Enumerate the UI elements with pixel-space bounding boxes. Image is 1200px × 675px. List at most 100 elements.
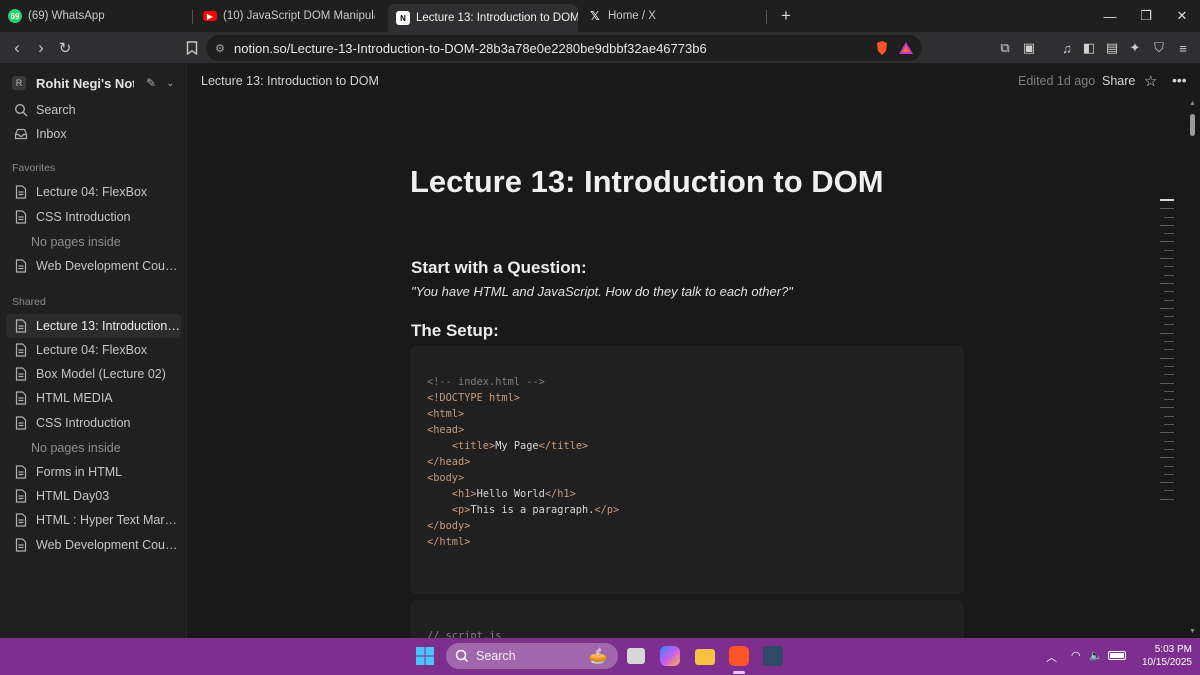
toc-line[interactable] bbox=[1164, 365, 1174, 367]
toc-line[interactable] bbox=[1164, 274, 1174, 276]
sidebar-item-shared[interactable]: Box Model (Lecture 02) bbox=[6, 362, 181, 386]
copilot-icon[interactable] bbox=[660, 646, 680, 666]
toc-line[interactable] bbox=[1160, 241, 1174, 243]
sidebar-search[interactable]: Search bbox=[6, 98, 181, 122]
toc-line[interactable] bbox=[1164, 349, 1174, 351]
sidebar-item-shared[interactable]: HTML : Hyper Text Marku... bbox=[6, 508, 181, 532]
brave-browser-icon[interactable] bbox=[729, 646, 749, 666]
sidebar-item-shared[interactable]: Forms in HTML bbox=[6, 460, 181, 484]
close-window-button[interactable]: ✕ bbox=[1162, 0, 1200, 32]
taskbar-search[interactable]: Search 🥧 bbox=[446, 643, 618, 669]
toc-line[interactable] bbox=[1160, 432, 1174, 434]
code-block-html[interactable]: <!-- index.html --> <!DOCTYPE html> <html>… bbox=[410, 346, 964, 594]
windows-start-icon[interactable] bbox=[415, 646, 435, 666]
sidebar-item-shared[interactable]: HTML MEDIA bbox=[6, 386, 181, 410]
extensions-icon[interactable]: ⧉ bbox=[997, 40, 1013, 56]
toc-line[interactable] bbox=[1164, 448, 1174, 450]
minimize-button[interactable]: — bbox=[1090, 0, 1130, 32]
toc-line[interactable] bbox=[1160, 282, 1174, 284]
vpn-icon[interactable]: ⛉ bbox=[1151, 40, 1167, 56]
tab-whatsapp[interactable]: 69 (69) WhatsApp bbox=[8, 4, 188, 28]
breadcrumb[interactable]: Lecture 13: Introduction to DOM bbox=[201, 74, 379, 88]
system-clock[interactable]: 5:03 PM 10/15/2025 bbox=[1136, 643, 1192, 669]
scroll-down-arrow-icon[interactable]: ▼ bbox=[1188, 628, 1197, 635]
toc-line[interactable] bbox=[1160, 332, 1174, 334]
volume-icon[interactable]: 🔈 bbox=[1089, 649, 1103, 662]
toc-line[interactable] bbox=[1164, 341, 1174, 343]
new-tab-button[interactable]: + bbox=[777, 4, 795, 28]
toc-line[interactable] bbox=[1164, 316, 1174, 318]
address-bar[interactable]: ⚙ notion.so/Lecture-13-Introduction-to-D… bbox=[206, 35, 922, 61]
sidebar-item-shared[interactable]: Web Development Course bbox=[6, 533, 181, 557]
chevron-down-icon[interactable]: ⌄ bbox=[166, 78, 174, 89]
site-settings-icon[interactable]: ⚙ bbox=[206, 42, 234, 55]
toc-line[interactable] bbox=[1164, 266, 1174, 268]
toc-line-active[interactable] bbox=[1160, 199, 1174, 201]
scrollbar[interactable]: ▲ ▼ bbox=[1188, 100, 1196, 638]
toc-line[interactable] bbox=[1160, 482, 1174, 484]
toc-line[interactable] bbox=[1164, 424, 1174, 426]
bookmark-icon[interactable] bbox=[181, 37, 203, 59]
scroll-up-arrow-icon[interactable]: ▲ bbox=[1188, 100, 1197, 107]
toc-line[interactable] bbox=[1164, 415, 1174, 417]
brave-shields-icon[interactable] bbox=[874, 40, 890, 56]
toc-line[interactable] bbox=[1160, 208, 1174, 210]
brave-rewards-icon[interactable] bbox=[898, 40, 914, 56]
star-icon[interactable]: ☆ bbox=[1144, 72, 1157, 90]
leo-ai-icon[interactable]: ✦ bbox=[1127, 40, 1143, 56]
toc-line[interactable] bbox=[1164, 324, 1174, 326]
toc-line[interactable] bbox=[1160, 258, 1174, 260]
toc-line[interactable] bbox=[1160, 498, 1174, 500]
sidebar-toggle-icon[interactable]: ◧ bbox=[1081, 40, 1097, 56]
toc-line[interactable] bbox=[1164, 374, 1174, 376]
toc-line[interactable] bbox=[1164, 399, 1174, 401]
sidebar-item-shared[interactable]: Lecture 04: FlexBox bbox=[6, 338, 181, 362]
new-page-icon[interactable]: ✎ bbox=[146, 76, 156, 90]
workspace-switcher[interactable]: R Rohit Negi's Noti... ✎ ⌄ bbox=[12, 73, 182, 93]
toc-line[interactable] bbox=[1164, 390, 1174, 392]
toc-line[interactable] bbox=[1164, 291, 1174, 293]
share-button[interactable]: Share bbox=[1102, 74, 1135, 88]
code-block-script[interactable]: // script.js bbox=[410, 600, 964, 638]
tab-youtube[interactable]: ▶ (10) JavaScript DOM Manipulation | 1 bbox=[203, 4, 375, 28]
toc-line[interactable] bbox=[1164, 233, 1174, 235]
battery-icon[interactable] bbox=[1108, 651, 1126, 660]
sidebar-item-favorite[interactable]: Lecture 04: FlexBox bbox=[6, 180, 181, 204]
toc-line[interactable] bbox=[1160, 357, 1174, 359]
toc-line[interactable] bbox=[1164, 249, 1174, 251]
sidebar-inbox[interactable]: Inbox bbox=[6, 122, 181, 146]
toc-line[interactable] bbox=[1164, 473, 1174, 475]
wifi-icon[interactable]: ◠ bbox=[1071, 649, 1081, 662]
terminal-icon[interactable] bbox=[763, 646, 783, 666]
sidebar-item-shared[interactable]: HTML Day03 bbox=[6, 484, 181, 508]
forward-button[interactable]: › bbox=[30, 37, 52, 59]
toc-line[interactable] bbox=[1164, 299, 1174, 301]
toc-line[interactable] bbox=[1160, 307, 1174, 309]
sidebar-item-favorite[interactable]: Web Development Course bbox=[6, 254, 181, 278]
toc-line[interactable] bbox=[1164, 216, 1174, 218]
wallet-icon[interactable]: ▤ bbox=[1104, 40, 1120, 56]
toc-line[interactable] bbox=[1160, 224, 1174, 226]
sidebar-item-shared[interactable]: CSS Introduction bbox=[6, 411, 181, 435]
more-options-icon[interactable]: ••• bbox=[1172, 72, 1187, 88]
toc-line[interactable] bbox=[1160, 407, 1174, 409]
toc-line[interactable] bbox=[1164, 440, 1174, 442]
sidebar-item-shared-selected[interactable]: Lecture 13: Introduction t... bbox=[6, 314, 181, 338]
file-explorer-icon[interactable] bbox=[695, 649, 715, 665]
sidebar-item-favorite[interactable]: CSS Introduction bbox=[6, 205, 181, 229]
menu-icon[interactable]: ≡ bbox=[1175, 40, 1191, 56]
toc-line[interactable] bbox=[1160, 382, 1174, 384]
tab-notion[interactable]: N Lecture 13: Introduction to DOM ✕ bbox=[388, 4, 578, 32]
toc-line[interactable] bbox=[1164, 490, 1174, 492]
task-view-icon[interactable] bbox=[627, 648, 645, 664]
screenshot-icon[interactable]: ▣ bbox=[1021, 40, 1037, 56]
chevron-up-icon[interactable]: ︿ bbox=[1046, 649, 1057, 665]
reload-button[interactable]: ↻ bbox=[54, 37, 76, 59]
toc-line[interactable] bbox=[1164, 465, 1174, 467]
tab-x[interactable]: 𝕏 Home / X bbox=[588, 4, 756, 28]
toc-line[interactable] bbox=[1160, 457, 1174, 459]
restore-button[interactable]: ❐ bbox=[1126, 0, 1166, 32]
table-of-contents-minimap[interactable] bbox=[1160, 199, 1174, 507]
scrollbar-thumb[interactable] bbox=[1190, 114, 1195, 136]
media-icon[interactable]: ♫ bbox=[1059, 40, 1075, 56]
